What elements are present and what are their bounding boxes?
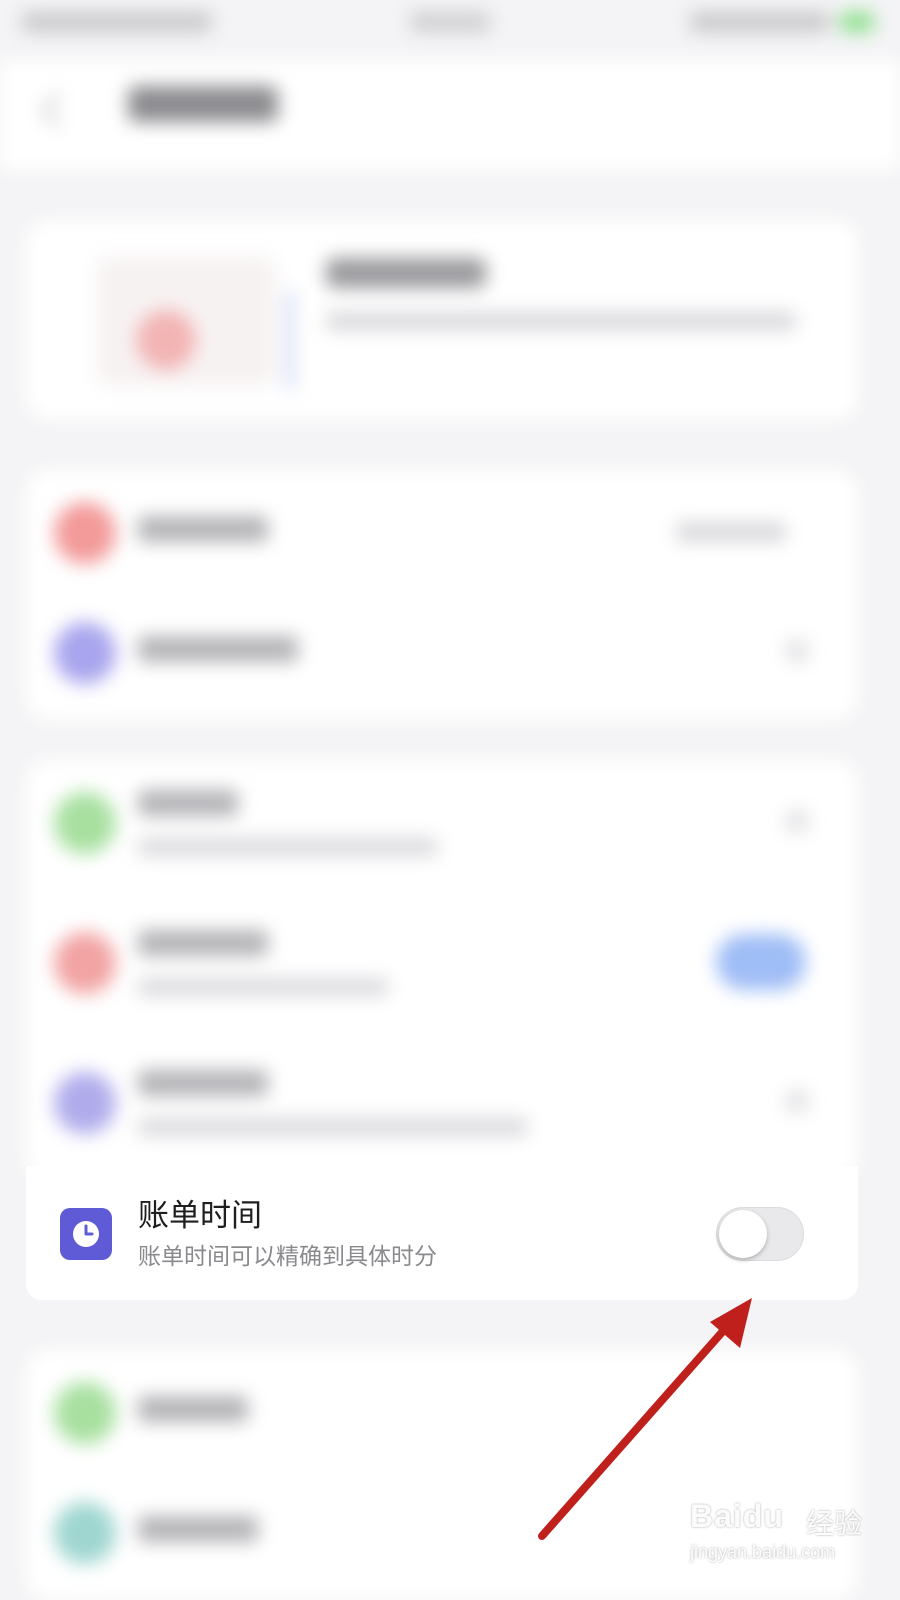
baidu-watermark: Baidu 经验 jingyan.baidu.com xyxy=(690,1479,890,1578)
list-item-label xyxy=(138,930,268,956)
settings-group-1 xyxy=(26,470,858,720)
list-item[interactable] xyxy=(26,1040,858,1160)
watermark-brand-cn: 经验 xyxy=(806,1507,863,1540)
banner-card[interactable] xyxy=(26,220,858,420)
list-item[interactable] xyxy=(26,900,858,1020)
banner-divider xyxy=(286,290,294,390)
list-item-label xyxy=(138,1396,248,1422)
list-item-label xyxy=(138,1070,268,1096)
list-item-value xyxy=(676,522,786,542)
setting-subtitle: 账单时间可以精确到具体时分 xyxy=(138,1244,437,1270)
list-item-label xyxy=(138,1516,258,1542)
back-icon[interactable] xyxy=(36,92,70,126)
toggle-knob[interactable] xyxy=(719,1210,767,1258)
list-item[interactable] xyxy=(26,590,858,710)
list-item-subtitle xyxy=(138,838,438,856)
list-item-subtitle xyxy=(138,978,388,996)
settings-group-2 xyxy=(26,760,858,1180)
list-item-subtitle xyxy=(138,1118,528,1136)
setting-title: 账单时间 xyxy=(138,1198,262,1234)
status-bar-carrier xyxy=(22,12,212,32)
list-item-label xyxy=(138,636,298,662)
list-item-label xyxy=(138,790,238,816)
green-app-icon xyxy=(54,792,116,854)
list-item-label xyxy=(138,516,268,542)
battery-icon xyxy=(840,12,874,32)
chevron-right-icon xyxy=(786,1090,808,1112)
status-bar-indicators xyxy=(690,12,830,32)
clock-icon xyxy=(60,1208,112,1260)
teal-app-icon xyxy=(54,1502,116,1564)
status-bar-time xyxy=(410,12,490,32)
banner-graphic xyxy=(136,310,196,370)
toggle-switch[interactable] xyxy=(716,934,806,990)
list-item[interactable] xyxy=(26,760,858,880)
purple-app-icon xyxy=(54,1072,116,1134)
chevron-right-icon xyxy=(786,640,808,662)
blurred-background xyxy=(0,0,900,1600)
clock-icon-glyph xyxy=(73,1221,99,1247)
watermark-url: jingyan.baidu.com xyxy=(690,1542,836,1562)
chevron-right-icon xyxy=(786,810,808,832)
status-bar xyxy=(0,0,900,50)
banner-title xyxy=(326,258,486,288)
list-item[interactable] xyxy=(26,470,858,590)
bill-time-setting-row: 账单时间 账单时间可以精确到具体时分 xyxy=(26,1166,858,1300)
watermark-brand: Baidu xyxy=(690,1498,784,1534)
purple-app-icon xyxy=(54,622,116,684)
list-item[interactable] xyxy=(26,1350,858,1470)
screen: 账单时间 账单时间可以精确到具体时分 Baidu 经验 jingyan.baid… xyxy=(0,0,900,1600)
page-title xyxy=(128,86,278,122)
red-app-icon xyxy=(54,932,116,994)
red-app-icon xyxy=(54,502,116,564)
green-app-icon xyxy=(54,1382,116,1444)
bill-time-toggle[interactable] xyxy=(716,1207,804,1261)
banner-subtitle xyxy=(326,312,796,330)
